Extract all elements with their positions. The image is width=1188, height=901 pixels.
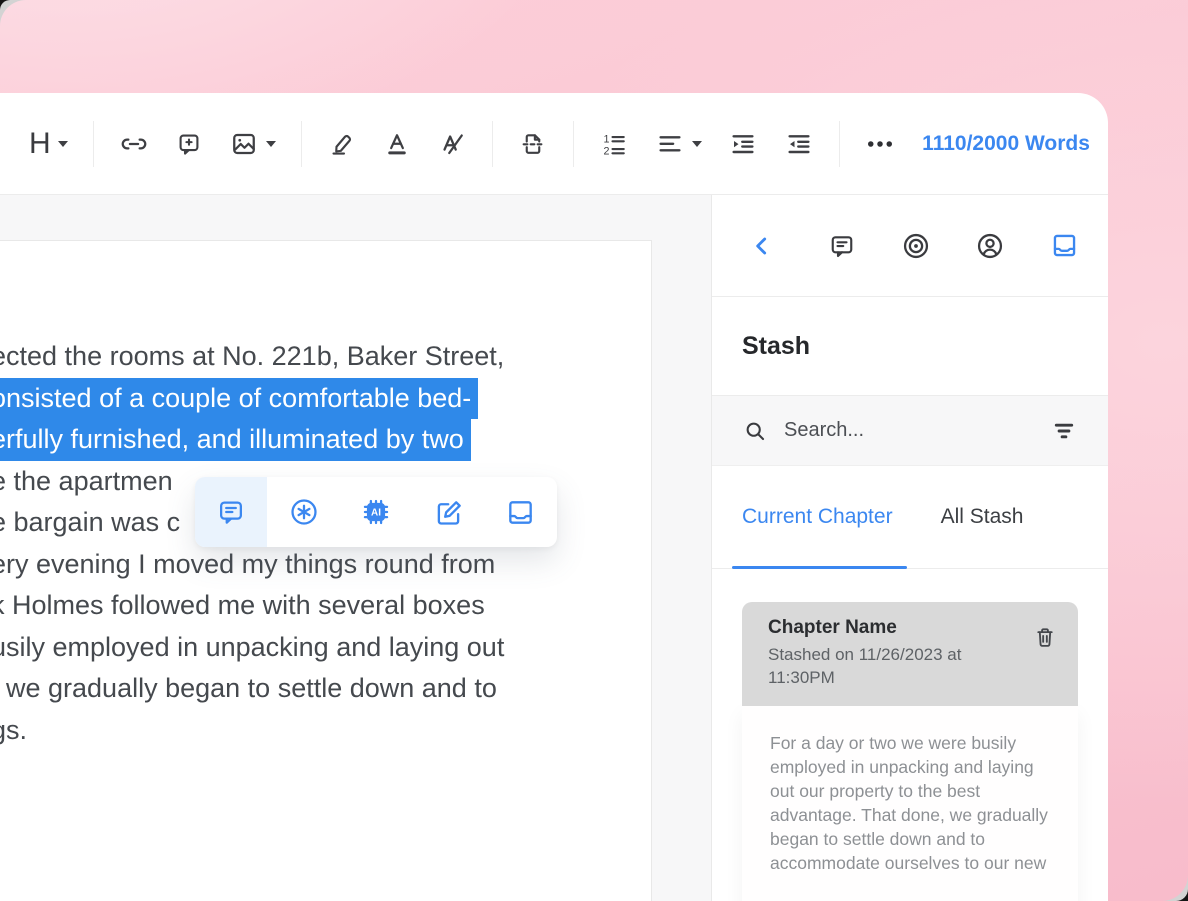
search-input[interactable] (784, 419, 1050, 442)
selection-popup-toolbar: AI (195, 477, 557, 547)
popup-edit-button[interactable] (412, 477, 484, 547)
focus-target-icon (900, 230, 932, 262)
word-count-button[interactable]: 1110/2000 Words (922, 132, 1090, 156)
comments-icon (827, 231, 857, 261)
app-window: H (0, 93, 1108, 901)
ai-chip-icon: AI (359, 495, 393, 529)
comments-panel-button[interactable] (827, 231, 857, 261)
toolbar-divider (492, 121, 493, 167)
back-chevron-icon (749, 233, 775, 259)
asterisk-circle-icon (287, 495, 321, 529)
doc-line: , we gradually began to settle down and … (0, 668, 651, 710)
insert-image-dropdown-button[interactable] (225, 125, 280, 163)
doc-line: ery evening I moved my things round from (0, 544, 651, 586)
stash-card-header: Chapter Name Stashed on 11/26/2023 at 11… (742, 602, 1078, 706)
document-page[interactable]: ected the rooms at No. 221b, Baker Stree… (0, 240, 652, 901)
editor-toolbar: H (0, 93, 1108, 195)
delete-stash-button[interactable] (1032, 624, 1058, 653)
add-comment-button[interactable] (171, 126, 207, 162)
ellipsis-icon (865, 129, 895, 159)
heading-dropdown-button[interactable]: H (25, 123, 72, 165)
indent-button[interactable] (724, 125, 762, 163)
highlight-button[interactable] (323, 125, 361, 163)
stash-tabs: Current Chapter All Stash (712, 466, 1108, 569)
panel-title: Stash (742, 332, 810, 361)
highlighter-icon (327, 129, 357, 159)
clear-formatting-icon (437, 129, 467, 159)
image-icon (229, 129, 259, 159)
svg-text:1: 1 (604, 133, 610, 145)
edit-icon (432, 496, 465, 529)
filter-button[interactable] (1050, 417, 1078, 445)
doc-line: usily employed in unpacking and laying o… (0, 627, 651, 669)
toolbar-divider (93, 121, 94, 167)
comment-add-icon (175, 130, 203, 158)
screenshot-root: H (0, 0, 1188, 901)
text-color-icon (383, 130, 411, 158)
toolbar-divider (301, 121, 302, 167)
chevron-down-icon (692, 141, 702, 147)
app-body: ected the rooms at No. 221b, Baker Stree… (0, 195, 1108, 901)
search-bar (712, 396, 1108, 466)
popup-ai-button[interactable]: AI (340, 477, 412, 547)
comment-icon (215, 496, 247, 528)
popup-stash-button[interactable] (485, 477, 557, 547)
stash-panel-button[interactable] (1049, 230, 1080, 261)
ordered-list-button[interactable]: 1 2 (595, 125, 633, 163)
sidebar-nav (712, 195, 1108, 297)
align-icon (655, 129, 685, 159)
sidebar-title-row: Stash (712, 297, 1108, 396)
link-button[interactable] (115, 125, 153, 163)
focus-panel-button[interactable] (900, 230, 932, 262)
stash-icon (504, 496, 537, 529)
doc-line: k Holmes followed me with several boxes (0, 585, 651, 627)
filter-icon (1050, 417, 1078, 445)
text-color-button[interactable] (379, 126, 415, 162)
trash-icon (1032, 624, 1058, 650)
tab-all-stash[interactable]: All Stash (941, 466, 1024, 568)
stash-icon (1049, 230, 1080, 261)
collapse-sidebar-button[interactable] (740, 224, 784, 268)
popup-asterisk-button[interactable] (267, 477, 339, 547)
stash-card-title: Chapter Name (768, 617, 1054, 639)
outdent-button[interactable] (780, 125, 818, 163)
doc-line-selected: erfully furnished, and illuminated by tw… (0, 419, 471, 461)
doc-line: ected the rooms at No. 221b, Baker Stree… (0, 336, 651, 378)
stash-card-meta: Stashed on 11/26/2023 at 11:30PM (768, 643, 983, 689)
stash-sidebar: Stash Current Chapter All Stash (712, 195, 1108, 901)
stash-card-excerpt: For a day or two we were busily employed… (742, 706, 1078, 901)
svg-text:AI: AI (371, 508, 381, 519)
heading-label: H (29, 127, 51, 161)
toolbar-divider (573, 121, 574, 167)
tab-current-chapter[interactable]: Current Chapter (742, 466, 893, 568)
doc-line-selected: onsisted of a couple of comfortable bed- (0, 378, 478, 420)
clear-formatting-button[interactable] (433, 125, 471, 163)
popup-comment-button[interactable] (195, 477, 267, 547)
toolbar-divider (839, 121, 840, 167)
ordered-list-icon: 1 2 (599, 129, 629, 159)
outdent-icon (784, 129, 814, 159)
indent-icon (728, 129, 758, 159)
svg-text:2: 2 (604, 145, 610, 157)
link-icon (119, 129, 149, 159)
search-icon (742, 418, 768, 444)
stash-card[interactable]: Chapter Name Stashed on 11/26/2023 at 11… (742, 602, 1078, 901)
alignment-dropdown-button[interactable] (651, 125, 706, 163)
page-break-button[interactable] (514, 125, 552, 163)
more-options-button[interactable] (861, 125, 899, 163)
doc-line: gs. (0, 710, 651, 752)
editor-canvas[interactable]: ected the rooms at No. 221b, Baker Stree… (0, 195, 712, 901)
character-profile-icon (974, 230, 1006, 262)
characters-panel-button[interactable] (974, 230, 1006, 262)
chevron-down-icon (266, 141, 276, 147)
page-break-icon (518, 129, 548, 159)
chevron-down-icon (58, 141, 68, 147)
